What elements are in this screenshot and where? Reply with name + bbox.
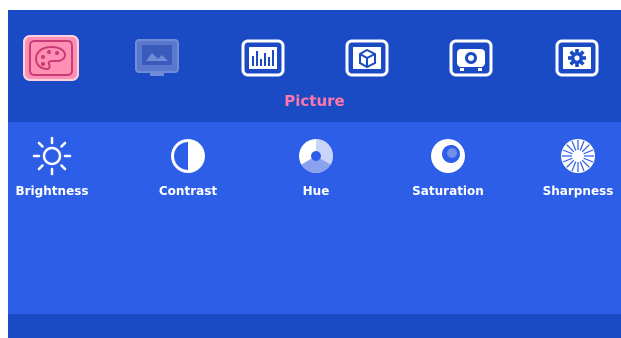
contrast-icon (171, 139, 205, 173)
tab-picture[interactable] (22, 34, 80, 82)
gear-icon (555, 39, 599, 77)
sharpness-icon (561, 139, 595, 173)
tab-settings[interactable] (548, 34, 606, 82)
brightness-item[interactable]: Brightness (8, 136, 102, 198)
saturation-icon (431, 139, 465, 173)
osd-menu: Picture Brightness Contrast Hue Saturati… (8, 10, 621, 338)
tab-3d[interactable] (338, 34, 396, 82)
audio-equalizer-icon (241, 39, 285, 77)
tab-display[interactable] (128, 34, 186, 82)
palette-icon (23, 35, 79, 81)
sharpness-label: Sharpness (542, 184, 614, 198)
contrast-label: Contrast (158, 184, 218, 198)
hue-wheel-icon (299, 139, 333, 173)
section-title: Picture (284, 92, 345, 110)
sharpness-item[interactable]: Sharpness (528, 136, 621, 198)
tab-bar: Picture (8, 10, 621, 122)
contrast-item[interactable]: Contrast (138, 136, 238, 198)
sun-icon (32, 136, 72, 176)
tab-audio[interactable] (234, 34, 292, 82)
hue-item[interactable]: Hue (266, 136, 366, 198)
saturation-label: Saturation (412, 184, 484, 198)
brightness-label: Brightness (15, 184, 89, 198)
projector-icon (449, 39, 493, 77)
saturation-item[interactable]: Saturation (398, 136, 498, 198)
3d-cube-icon (345, 39, 389, 77)
tab-projector[interactable] (442, 34, 500, 82)
hue-label: Hue (302, 184, 330, 198)
picture-settings-panel: Brightness Contrast Hue Saturation Sharp… (8, 122, 621, 314)
display-screen-icon (135, 39, 179, 76)
footer-bar (8, 314, 621, 338)
